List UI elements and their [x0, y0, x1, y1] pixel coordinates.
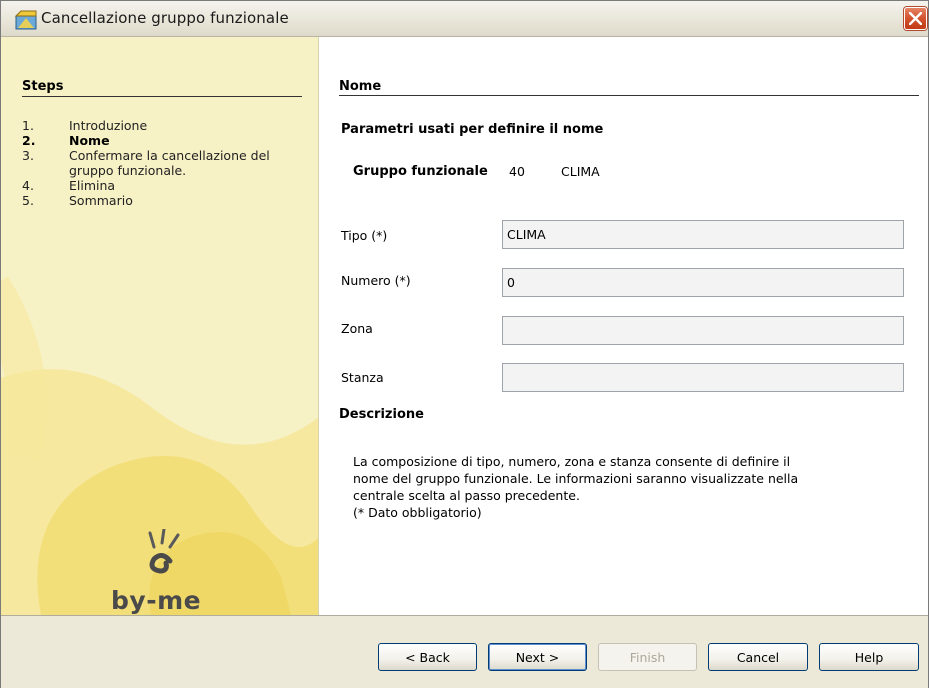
- group-info: Gruppo funzionale 40 CLIMA: [353, 164, 600, 179]
- group-name: CLIMA: [561, 164, 600, 179]
- step-number: 1.: [22, 118, 34, 133]
- by-me-logo-text: by-me: [111, 586, 202, 615]
- panel-heading: Nome: [339, 79, 382, 94]
- help-button[interactable]: Help: [819, 643, 919, 671]
- step-label: Introduzione: [69, 118, 148, 133]
- close-button[interactable]: [904, 7, 927, 30]
- stanza-label: Stanza: [341, 370, 384, 385]
- section-title: Parametri usati per definire il nome: [341, 122, 604, 137]
- step-item-confermare: 3. Confermare la cancellazione del grupp…: [22, 148, 299, 178]
- next-button[interactable]: Next >: [488, 643, 587, 671]
- finish-button: Finish: [598, 643, 697, 671]
- steps-divider: [22, 96, 302, 97]
- zona-field[interactable]: [502, 316, 904, 345]
- group-label: Gruppo funzionale: [353, 164, 488, 179]
- step-label: Elimina: [69, 178, 116, 193]
- tipo-label: Tipo (*): [341, 228, 388, 243]
- panel-divider: [339, 95, 919, 96]
- step-label: Sommario: [69, 193, 133, 208]
- close-icon: [909, 12, 922, 25]
- tipo-field[interactable]: CLIMA: [502, 220, 904, 249]
- wizard-window: Cancellazione gruppo funzionale Steps 1.…: [0, 0, 929, 688]
- cancel-button[interactable]: Cancel: [708, 643, 808, 671]
- step-number: 4.: [22, 178, 34, 193]
- numero-field[interactable]: 0: [502, 268, 904, 297]
- step-number: 5.: [22, 193, 34, 208]
- step-list: 1. Introduzione 2. Nome 3. Confermare la…: [22, 118, 299, 208]
- app-icon: [15, 10, 37, 30]
- step-number: 2.: [22, 133, 36, 148]
- step-label: Nome: [69, 133, 110, 148]
- numero-label: Numero (*): [341, 273, 411, 288]
- window-title: Cancellazione gruppo funzionale: [41, 9, 289, 27]
- step-item-elimina: 4. Elimina: [22, 178, 299, 193]
- step-item-nome: 2. Nome: [22, 133, 299, 148]
- group-number: 40: [509, 164, 525, 179]
- stanza-field[interactable]: [502, 363, 904, 392]
- step-item-introduzione: 1. Introduzione: [22, 118, 299, 133]
- step-item-sommario: 5. Sommario: [22, 193, 299, 208]
- step-label: Confermare la cancellazione del gruppo f…: [69, 148, 270, 178]
- title-bar: Cancellazione gruppo funzionale: [1, 1, 928, 37]
- description-title: Descrizione: [339, 407, 424, 422]
- zona-label: Zona: [341, 321, 373, 336]
- step-number: 3.: [22, 148, 34, 163]
- steps-sidebar: Steps 1. Introduzione 2. Nome 3. Conferm…: [1, 37, 319, 615]
- back-button[interactable]: < Back: [378, 643, 477, 671]
- wizard-panel: Nome Parametri usati per definire il nom…: [319, 37, 928, 615]
- description-text: La composizione di tipo, numero, zona e …: [353, 454, 799, 520]
- steps-heading: Steps: [22, 79, 64, 94]
